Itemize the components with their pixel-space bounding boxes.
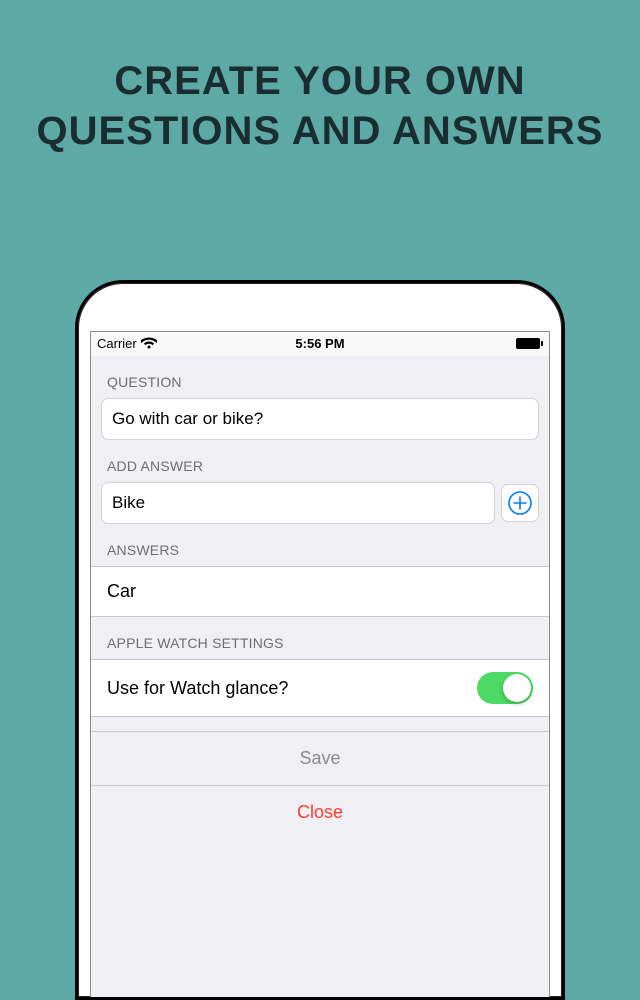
wifi-icon bbox=[141, 337, 157, 351]
section-header-add-answer: ADD ANSWER bbox=[91, 440, 549, 482]
plus-circle-icon bbox=[507, 490, 533, 516]
watch-glance-row: Use for Watch glance? bbox=[91, 659, 549, 717]
phone-screen: Carrier 5:56 PM QUESTION ADD ANSWER bbox=[90, 331, 550, 997]
status-left: Carrier bbox=[97, 336, 157, 351]
status-bar: Carrier 5:56 PM bbox=[91, 332, 549, 356]
answer-list-item[interactable]: Car bbox=[91, 566, 549, 617]
section-header-question: QUESTION bbox=[91, 356, 549, 398]
close-button[interactable]: Close bbox=[91, 786, 549, 839]
hero-line-2: QUESTIONS AND ANSWERS bbox=[0, 106, 640, 156]
status-time: 5:56 PM bbox=[295, 336, 344, 351]
answer-input[interactable] bbox=[101, 482, 495, 524]
section-header-watch: APPLE WATCH SETTINGS bbox=[91, 617, 549, 659]
watch-glance-toggle[interactable] bbox=[477, 672, 533, 704]
toggle-knob bbox=[503, 674, 531, 702]
watch-glance-label: Use for Watch glance? bbox=[107, 678, 288, 699]
add-answer-button[interactable] bbox=[501, 484, 539, 522]
hero-line-1: CREATE YOUR OWN bbox=[0, 56, 640, 106]
section-header-answers: ANSWERS bbox=[91, 524, 549, 566]
question-input[interactable] bbox=[101, 398, 539, 440]
battery-icon bbox=[516, 338, 543, 349]
carrier-label: Carrier bbox=[97, 336, 137, 351]
device-frame: Carrier 5:56 PM QUESTION ADD ANSWER bbox=[75, 280, 565, 1000]
hero-title: CREATE YOUR OWN QUESTIONS AND ANSWERS bbox=[0, 0, 640, 156]
save-button[interactable]: Save bbox=[91, 731, 549, 786]
